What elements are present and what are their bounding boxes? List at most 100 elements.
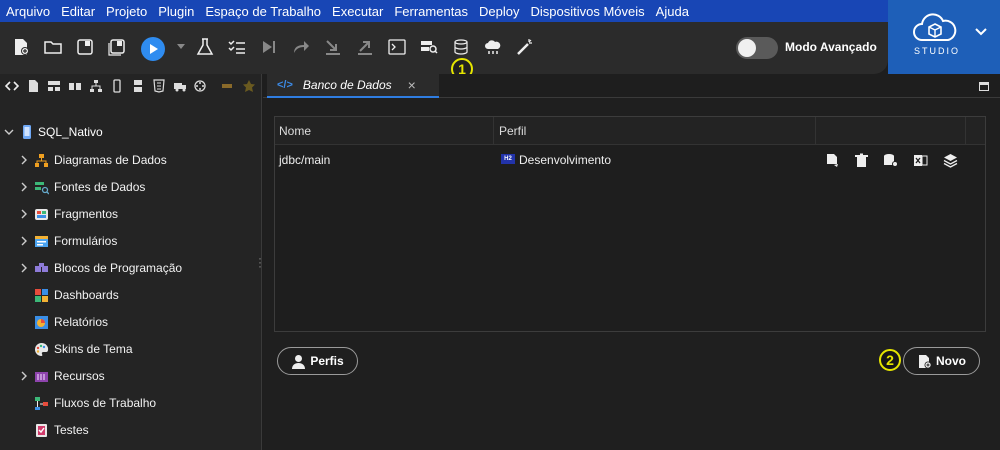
chevron-right-icon[interactable] <box>18 235 30 247</box>
flask-icon[interactable] <box>194 36 216 58</box>
hierarchy-icon[interactable] <box>88 78 104 94</box>
callout-2-marker: 2 <box>879 349 901 371</box>
chevron-right-icon[interactable] <box>18 181 30 193</box>
chevron-right-icon[interactable] <box>18 208 30 220</box>
menu-projeto[interactable]: Projeto <box>106 4 147 19</box>
menu-ajuda[interactable]: Ajuda <box>656 4 689 19</box>
tests-icon <box>32 422 50 438</box>
star-icon[interactable] <box>241 78 257 94</box>
tree-item[interactable]: Formulários <box>18 232 117 250</box>
edit-file-icon[interactable] <box>824 152 840 168</box>
save-icon[interactable] <box>74 36 96 58</box>
step-forward-icon[interactable] <box>258 36 280 58</box>
chevron-right-icon[interactable] <box>18 154 30 166</box>
menu-executar[interactable]: Executar <box>332 4 383 19</box>
new-datasource-button[interactable]: Novo <box>903 347 980 375</box>
tree-item-label: Testes <box>54 423 89 437</box>
magic-wand-icon[interactable] <box>514 36 536 58</box>
studio-brand[interactable]: STUDIO <box>888 0 1000 74</box>
tree-item[interactable]: Skins de Tema <box>18 340 133 358</box>
truck-icon[interactable] <box>172 78 188 94</box>
tree-item[interactable]: Relatórios <box>18 313 108 331</box>
tab-title: Banco de Dados <box>302 78 392 92</box>
tree-item[interactable]: Dashboards <box>18 286 119 304</box>
advanced-mode-toggle[interactable] <box>736 37 778 59</box>
tree-item[interactable]: Testes <box>18 421 89 439</box>
resources-icon <box>32 368 50 384</box>
html5-icon[interactable] <box>151 78 167 94</box>
tree-item[interactable]: Diagramas de Dados <box>18 151 167 169</box>
tree-item[interactable]: Fontes de Dados <box>18 178 145 196</box>
database-icon[interactable] <box>450 36 472 58</box>
column-header-perfil[interactable]: Perfil <box>499 124 526 138</box>
tree-item[interactable]: Fluxos de Trabalho <box>18 394 156 412</box>
tree-item[interactable]: Blocos de Programação <box>18 259 182 277</box>
open-folder-icon[interactable] <box>42 36 64 58</box>
h2-database-icon: H2 <box>501 154 515 164</box>
tree-item-label: Fontes de Dados <box>54 180 146 194</box>
layers-icon[interactable] <box>942 152 958 168</box>
tree-item-label: Recursos <box>54 369 105 383</box>
datasource-table: Nome Perfil jdbc/main H2 Desenvolvimento <box>274 116 986 332</box>
chevron-down-icon[interactable] <box>975 28 987 36</box>
server-icon[interactable] <box>130 78 146 94</box>
menu-espaco-trabalho[interactable]: Espaço de Trabalho <box>205 4 321 19</box>
report-icon <box>32 314 50 330</box>
menu-dispositivos-moveis[interactable]: Dispositivos Móveis <box>531 4 645 19</box>
tree-root-project[interactable]: SQL_Nativo <box>4 124 103 140</box>
folder-color-icon[interactable] <box>220 78 236 94</box>
maximize-icon[interactable] <box>979 82 989 91</box>
cloud-cube-logo-icon <box>913 13 957 41</box>
upload-arrow-icon[interactable] <box>354 36 376 58</box>
checklist-icon[interactable] <box>226 36 248 58</box>
profiles-button[interactable]: Perfis <box>277 347 358 375</box>
tree-item-label: Formulários <box>54 234 118 248</box>
menu-ferramentas[interactable]: Ferramentas <box>394 4 468 19</box>
run-play-button[interactable] <box>141 37 165 61</box>
table-row[interactable]: jdbc/main H2 Desenvolvimento <box>275 146 985 172</box>
code-view-icon[interactable] <box>4 78 20 94</box>
database-settings-icon[interactable] <box>882 152 898 168</box>
menu-editar[interactable]: Editar <box>61 4 95 19</box>
tree-item[interactable]: Fragmentos <box>18 205 118 223</box>
excel-export-icon[interactable] <box>912 152 928 168</box>
mobile-icon[interactable] <box>109 78 125 94</box>
save-all-icon[interactable] <box>106 36 128 58</box>
tab-close-icon[interactable]: × <box>408 77 416 93</box>
run-dropdown-chevron-icon[interactable] <box>177 44 185 49</box>
new-file-icon[interactable] <box>10 36 32 58</box>
server-search-icon[interactable] <box>418 36 440 58</box>
cloud-deploy-icon[interactable] <box>482 36 504 58</box>
share-arrow-icon[interactable] <box>290 36 312 58</box>
palette-icon <box>32 341 50 357</box>
trash-icon[interactable] <box>853 152 869 168</box>
tree-item-label: Fluxos de Trabalho <box>54 396 157 410</box>
new-file-icon <box>919 354 932 368</box>
menu-plugin[interactable]: Plugin <box>158 4 194 19</box>
tree-item-label: Diagramas de Dados <box>54 153 167 167</box>
chevron-right-icon[interactable] <box>18 370 30 382</box>
tree-item-label: Blocos de Programação <box>54 261 183 275</box>
chevron-down-icon[interactable] <box>4 127 14 137</box>
new-button-label: Novo <box>936 354 966 368</box>
tab-banco-de-dados[interactable]: </> Banco de Dados × <box>267 74 439 98</box>
menu-arquivo[interactable]: Arquivo <box>6 4 50 19</box>
film-reel-icon[interactable] <box>193 78 209 94</box>
panel-splitter-handle[interactable]: · · · <box>258 252 262 272</box>
chevron-right-icon[interactable] <box>18 262 30 274</box>
menu-deploy[interactable]: Deploy <box>479 4 519 19</box>
blocks-toolbar-icon[interactable] <box>67 78 83 94</box>
file-icon[interactable] <box>25 78 41 94</box>
profiles-button-label: Perfis <box>310 354 344 368</box>
layout-icon[interactable] <box>46 78 62 94</box>
terminal-icon[interactable] <box>386 36 408 58</box>
download-arrow-icon[interactable] <box>322 36 344 58</box>
column-header-nome[interactable]: Nome <box>279 124 311 138</box>
tree-item[interactable]: Recursos <box>18 367 105 385</box>
datasource-icon <box>32 179 50 195</box>
editor-tab-bar: </> Banco de Dados × <box>263 74 1000 98</box>
